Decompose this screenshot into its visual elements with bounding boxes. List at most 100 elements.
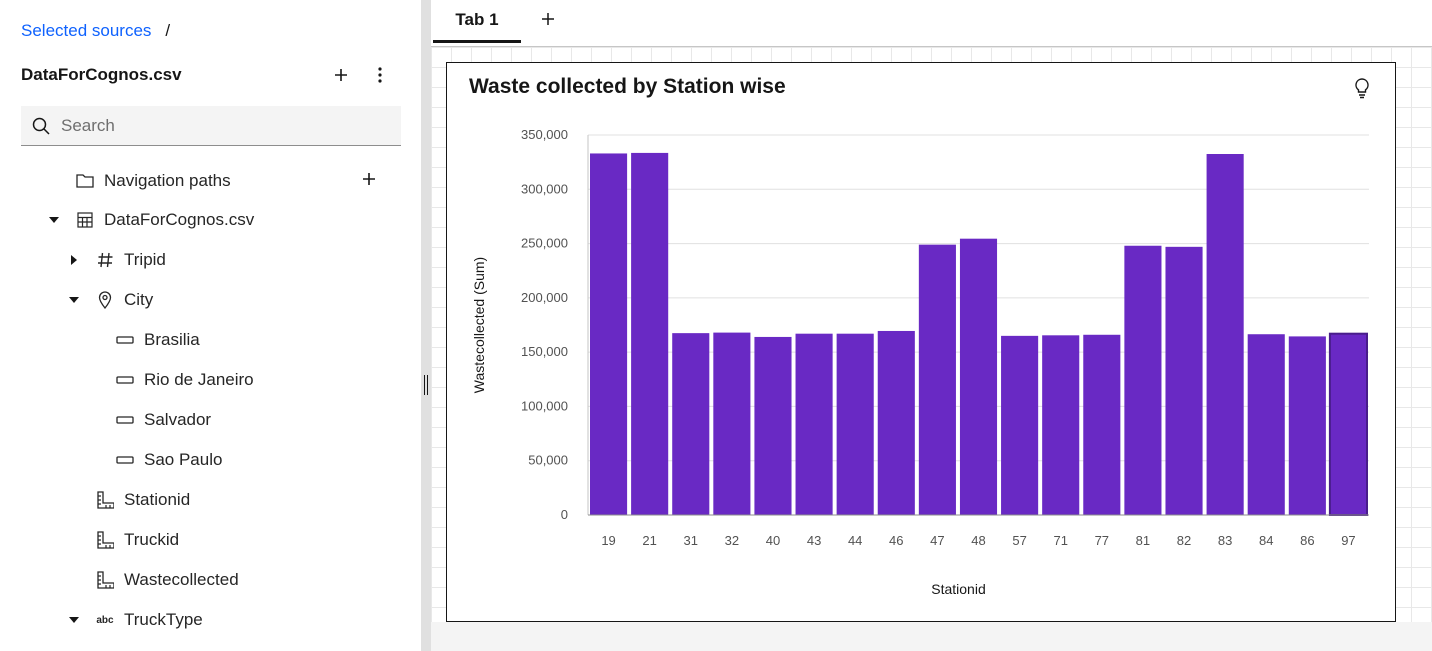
tree-item-wastecollected[interactable]: Wastecollected (94, 560, 239, 600)
bar[interactable] (1042, 335, 1080, 515)
caret-down-icon[interactable] (66, 292, 82, 308)
tree-item-truckid[interactable]: Truckid (94, 520, 179, 560)
add-source-button[interactable] (330, 64, 352, 86)
bar[interactable] (1124, 245, 1162, 515)
bar[interactable] (1328, 332, 1368, 516)
bar[interactable] (836, 333, 874, 515)
table-icon (74, 209, 96, 231)
x-tick-label: 40 (766, 533, 780, 548)
data-sources-panel: Selected sources / DataForCognos.csv Navi… (0, 0, 421, 651)
tree-item-label: Navigation paths (104, 171, 231, 190)
add-tab-button[interactable] (537, 8, 559, 30)
member-icon (114, 329, 136, 351)
search-field[interactable] (21, 106, 401, 146)
caret-right-icon[interactable] (66, 252, 82, 268)
member-icon (114, 369, 136, 391)
search-icon (21, 117, 61, 135)
location-pin-icon (94, 289, 116, 311)
tree-item-label: Truckid (124, 530, 180, 549)
tree-item-label: TruckType (124, 610, 203, 629)
plus-icon (542, 13, 554, 25)
bar-chart: 0 50,000 100,000 150,000 200,000 250,000 300,0… (471, 127, 1369, 597)
tree-item-label: Tripid (124, 250, 166, 269)
x-tick-label: 81 (1136, 533, 1150, 548)
tree-item-label: Rio de Janeiro (144, 370, 254, 389)
x-tick-label: 44 (848, 533, 862, 548)
tree-item-trucktype[interactable]: abc TruckType (66, 600, 203, 640)
bar[interactable] (918, 244, 956, 515)
x-tick-label: 46 (889, 533, 903, 548)
tree-item-label: City (124, 290, 154, 309)
tree-item-label: Brasilia (144, 330, 200, 349)
y-tick-label: 200,000 (521, 290, 568, 305)
bar[interactable] (754, 336, 792, 515)
tree-item-city-member[interactable]: Rio de Janeiro (114, 360, 254, 400)
breadcrumb-selected-sources-link[interactable]: Selected sources (21, 21, 151, 40)
tree-item-label: Sao Paulo (144, 450, 223, 469)
tree-item-city[interactable]: City (66, 280, 153, 320)
y-tick-label: 0 (561, 507, 568, 522)
x-tick-label: 48 (971, 533, 985, 548)
drag-handle-icon[interactable] (424, 375, 428, 395)
tree-item-navigation-paths[interactable]: Navigation paths (74, 161, 231, 201)
bar[interactable] (631, 152, 669, 515)
tree-item-stationid[interactable]: Stationid (94, 480, 190, 520)
y-tick-label: 100,000 (521, 398, 568, 413)
x-tick-label: 82 (1177, 533, 1191, 548)
tree-item-label: Wastecollected (124, 570, 239, 589)
bar[interactable] (795, 333, 833, 515)
bar[interactable] (1288, 336, 1326, 515)
x-axis-title: Stationid (931, 581, 985, 597)
tab-bar: Tab 1 (431, 0, 1432, 47)
breadcrumb: Selected sources / (21, 21, 170, 41)
plus-icon (363, 173, 375, 185)
bar[interactable] (877, 330, 915, 515)
add-navigation-path-button[interactable] (358, 168, 380, 190)
x-tick-label: 57 (1012, 533, 1026, 548)
bar[interactable] (713, 332, 751, 515)
bar[interactable] (959, 238, 998, 515)
bar[interactable] (590, 153, 628, 515)
x-tick-label: 83 (1218, 533, 1232, 548)
x-tick-label: 47 (930, 533, 944, 548)
tree-item-label: Salvador (144, 410, 212, 429)
tree-item-city-member[interactable]: Salvador (114, 400, 211, 440)
tree-item-table[interactable]: DataForCognos.csv (46, 200, 254, 240)
bar[interactable] (1165, 246, 1203, 516)
measure-ruler-icon (94, 489, 116, 511)
bar[interactable] (1247, 334, 1285, 515)
bar[interactable] (1206, 154, 1244, 515)
source-title: DataForCognos.csv (21, 65, 182, 84)
bar[interactable] (1001, 335, 1039, 515)
member-icon (114, 449, 136, 471)
y-tick-label: 50,000 (528, 453, 568, 468)
tree-item-city-member[interactable]: Sao Paulo (114, 440, 222, 480)
breadcrumb-separator: / (165, 21, 171, 40)
x-tick-label: 43 (807, 533, 821, 548)
y-axis-title: Wastecollected (Sum) (471, 257, 487, 393)
measure-ruler-icon (94, 569, 116, 591)
y-tick-label: 250,000 (521, 236, 568, 251)
overflow-menu-icon (378, 67, 382, 83)
caret-down-icon[interactable] (66, 612, 82, 628)
search-input[interactable] (61, 115, 381, 136)
tab-1[interactable]: Tab 1 (433, 0, 521, 43)
overflow-menu-button[interactable] (369, 64, 391, 86)
chart-widget[interactable]: Waste collected by Station wise 0 50,000 1… (446, 62, 1396, 622)
tree-item-tripid[interactable]: Tripid (66, 240, 166, 280)
tree-item-city-member[interactable]: Brasilia (114, 320, 200, 360)
x-tick-label: 97 (1341, 533, 1355, 548)
x-tick-label: 77 (1095, 533, 1109, 548)
tree-item-label: DataForCognos.csv (104, 210, 255, 229)
tree-item-label: Stationid (124, 490, 191, 509)
bar[interactable] (672, 333, 710, 515)
caret-down-icon[interactable] (46, 212, 62, 228)
measure-ruler-icon (94, 529, 116, 551)
plus-icon (335, 69, 347, 81)
panel-splitter[interactable] (421, 0, 431, 651)
x-tick-label: 19 (601, 533, 615, 548)
y-tick-label: 150,000 (521, 344, 568, 359)
y-tick-label: 350,000 (521, 127, 568, 142)
bar[interactable] (1083, 334, 1121, 515)
x-tick-label: 21 (642, 533, 656, 548)
